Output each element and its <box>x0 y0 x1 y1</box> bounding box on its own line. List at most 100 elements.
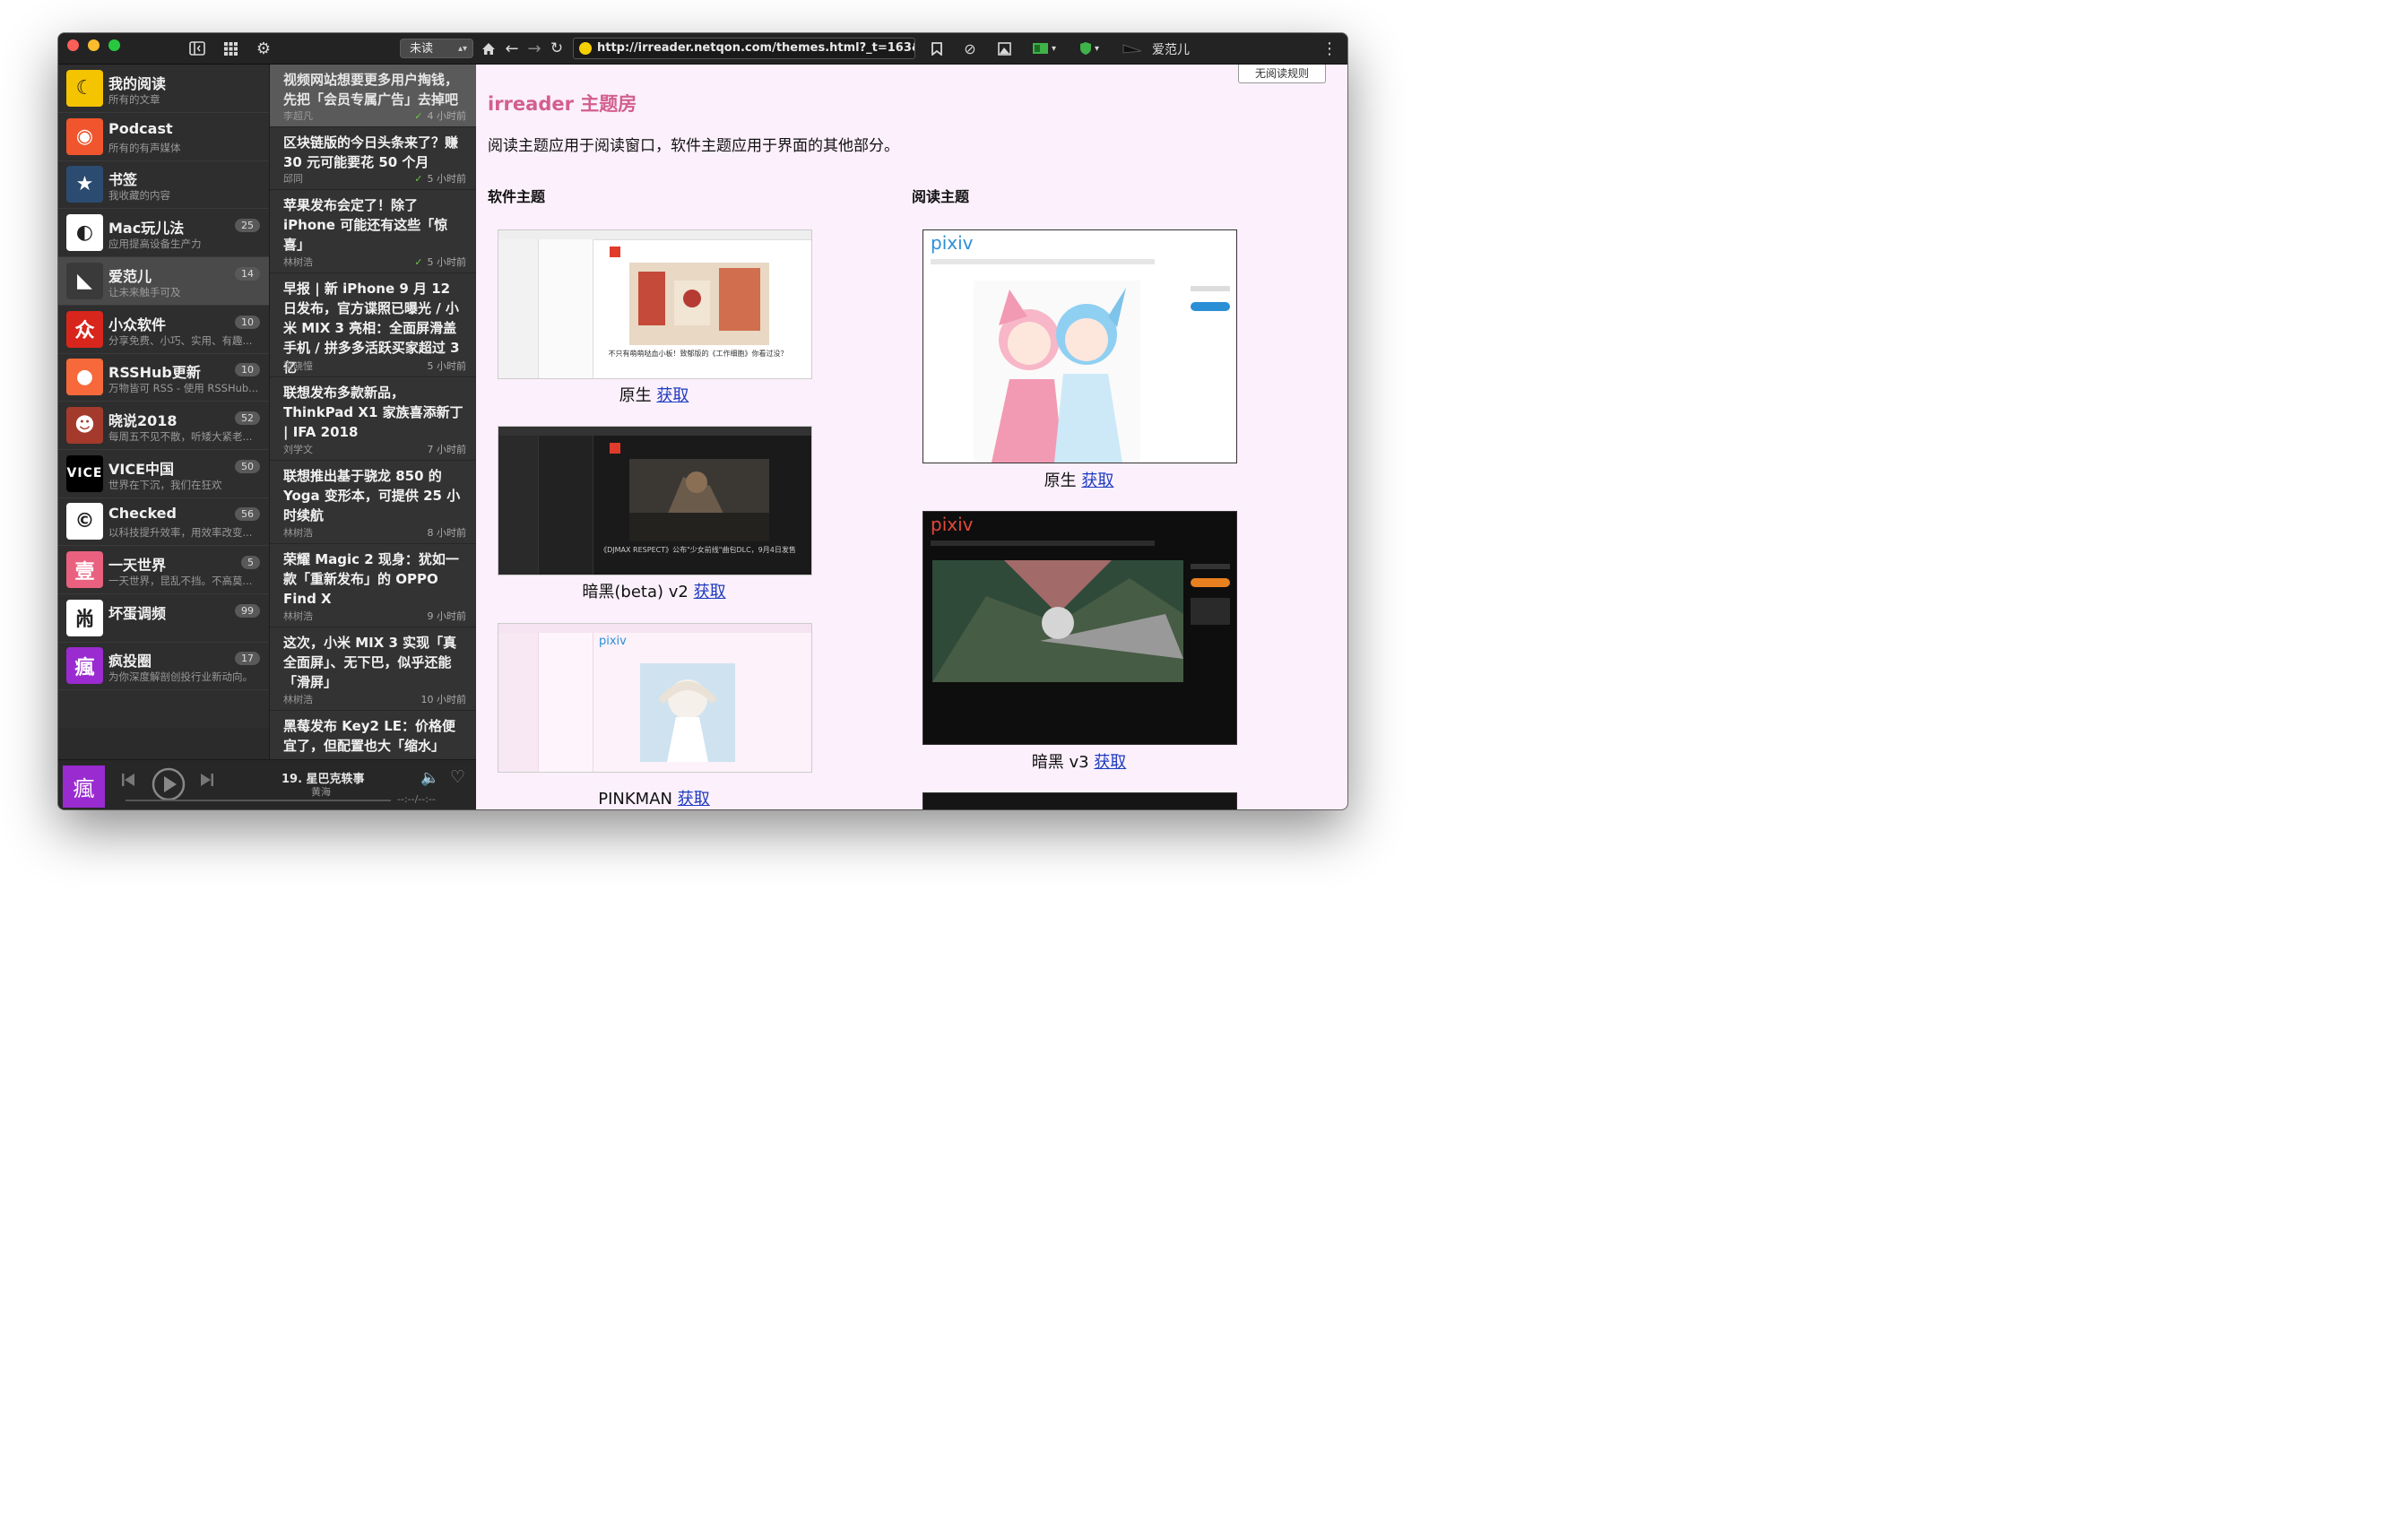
sidebar-feed-title: RSSHub更新 <box>108 364 201 382</box>
zoom-window-button[interactable] <box>108 39 120 51</box>
article-list-item[interactable]: 黑莓发布 Key2 LE：价格便宜了，但配置也大「缩水」林树浩11 小时前 <box>270 711 477 759</box>
article-time-text: 8 小时前 <box>427 527 467 539</box>
next-track-icon[interactable] <box>200 772 214 791</box>
article-time: ✓ 5 小时前 <box>414 171 466 186</box>
sidebar-feed-item[interactable]: ◣ 爱范儿 让未来触手可及 14 <box>58 256 269 306</box>
shield-icon[interactable]: ▾ <box>1074 39 1104 58</box>
page-intro: 阅读主题应用于阅读窗口，软件主题应用于界面的其他部分。 <box>488 137 899 155</box>
article-list-item[interactable]: 荣耀 Magic 2 现身：犹如一款「重新发布」的 OPPO Find X 林树浩… <box>270 544 477 627</box>
track-artist: 黄海 <box>311 786 331 798</box>
gear-icon[interactable]: ⚙ <box>255 39 273 58</box>
progress-track[interactable] <box>126 800 391 801</box>
reading-pane: 无阅读规则 irreader 主题房 阅读主题应用于阅读窗口，软件主题应用于界面… <box>476 65 1347 809</box>
article-time: ✓ 5 小时前 <box>414 255 466 269</box>
software-theme-pinkman-preview: pixiv <box>498 623 812 773</box>
user-name[interactable]: 爱范儿 <box>1152 40 1190 58</box>
sidebar-feed-item[interactable]: 壹一天世界 一天世界，昆乱不挡。不高莫... 5 <box>58 546 269 594</box>
reading-theme-dark-v3-preview: pixiv <box>922 511 1237 745</box>
unread-count-badge: 25 <box>235 219 260 233</box>
software-theme-native-name: 原生 <box>619 386 652 405</box>
article-time-text: 7 小时前 <box>427 444 467 455</box>
reading-mode-icon[interactable]: ▾ <box>1029 39 1060 58</box>
select-arrows-icon: ▴▾ <box>457 44 467 54</box>
image-icon[interactable] <box>995 39 1013 58</box>
read-check-icon: ✓ <box>414 256 423 268</box>
sidebar-feed-subtitle: 为你深度解剖创投行业新动向。 <box>108 670 253 684</box>
sidebar-feed-subtitle: 以科技提升效率，用效率改变... <box>108 526 253 540</box>
appinn-icon: 众 <box>66 310 103 348</box>
sidebar-feed-item[interactable]: ☻ 晓说2018 每周五不见不散，听矮大紧老... 52 <box>58 402 269 450</box>
article-list-item[interactable]: 苹果发布会定了！除了 iPhone 可能还有这些「惊喜」 林树浩 ✓ 5 小时前 <box>270 190 477 273</box>
sidebar-feed-subtitle: 所有的有声媒体 <box>108 141 181 154</box>
article-list-item[interactable]: 联想发布多款新品，ThinkPad X1 家族喜添新丁 | IFA 2018 刘学… <box>270 377 477 461</box>
sidebar-feed-subtitle: 我收藏的内容 <box>108 189 170 203</box>
pinkman-preview-brand: pixiv <box>599 635 627 648</box>
read-check-icon: ✓ <box>414 173 423 185</box>
filter-select[interactable]: 未读 ▴▾ <box>400 39 473 58</box>
mac-icon: ◐ <box>66 214 103 252</box>
reading-theme-native-get-link[interactable]: 获取 <box>1081 471 1113 490</box>
article-time-text: 10 小时前 <box>420 694 467 705</box>
reading-theme-dark-v3-name: 暗黑 v3 <box>1031 753 1089 772</box>
compass-icon[interactable]: ⊘ <box>961 39 979 58</box>
article-title: 视频网站想要更多用户掏钱，先把「会员专属广告」去掉吧 <box>283 72 459 108</box>
user-avatar-icon[interactable] <box>1121 39 1144 58</box>
article-list-item[interactable]: 这次，小米 MIX 3 实现「真全面屏」、无下巴，似乎还能「滑屏」 林树浩 10 小… <box>270 627 477 711</box>
more-menu-icon[interactable]: ⋮ <box>1321 39 1338 58</box>
article-title: 苹果发布会定了！除了 iPhone 可能还有这些「惊喜」 <box>283 197 448 253</box>
page-title: irreader 主题房 <box>488 93 637 115</box>
sidebar-feed-subtitle: 世界在下沉，我们在狂欢 <box>108 478 222 491</box>
article-list-item[interactable]: 视频网站想要更多用户掏钱，先把「会员专属广告」去掉吧 李超凡 ✓ 4 小时前 <box>270 65 477 127</box>
reading-rule-button[interactable]: 无阅读规则 <box>1238 65 1326 83</box>
article-author: 刘学文 <box>283 444 313 455</box>
filter-select-value: 未读 <box>410 42 434 56</box>
site-favicon-icon <box>579 42 592 55</box>
sidebar-feed-title: Checked <box>108 505 177 523</box>
url-bar[interactable]: http://irreader.netqon.com/themes.html?_… <box>573 38 915 59</box>
huaidan-icon: 㡀 <box>66 599 103 636</box>
software-theme-native-get-link[interactable]: 获取 <box>656 386 689 405</box>
home-icon[interactable] <box>480 39 498 58</box>
sidebar-feed-item[interactable]: 瘋疯投圈 为你深度解剖创投行业新动向。 17 <box>58 642 269 691</box>
sidebar-feed-item[interactable]: ● RSSHub更新 万物皆可 RSS - 使用 RSSHub... 10 <box>58 353 269 402</box>
sidebar-feed-item[interactable]: ◉ Podcast 所有的有声媒体 <box>58 113 269 161</box>
grid-icon[interactable] <box>221 39 239 58</box>
back-arrow-icon[interactable]: ← <box>503 39 521 58</box>
bookmark-icon[interactable] <box>928 39 946 58</box>
sidebar-feed-item[interactable]: ☾ 我的阅读 所有的文章 <box>58 65 269 113</box>
reading-theme-dark-v3-get-link[interactable]: 获取 <box>1094 753 1126 772</box>
dark-v2-preview-caption: 《DJMAX RESPECT》公布"少女前线"曲包DLC，9月4日发售 <box>600 546 796 554</box>
close-window-button[interactable] <box>67 39 79 51</box>
unread-count-badge: 10 <box>235 315 260 329</box>
sidebar-feed-item[interactable]: ★ 书签 我收藏的内容 <box>58 160 269 210</box>
reading-theme-next-preview <box>922 792 1237 809</box>
playback-time: --:--/--:-- <box>397 793 436 805</box>
podcast-icon: ◉ <box>66 117 103 155</box>
sidebar-feed-item[interactable]: 众小众软件 分享免费、小巧、实用、有趣... 10 <box>58 306 269 354</box>
sidebar-feed-item[interactable]: VICE VICE中国 世界在下沉，我们在狂欢 50 <box>58 450 269 498</box>
sidebar-feed-title: 晓说2018 <box>108 411 178 429</box>
sidebar-feed-item[interactable]: ◐ Mac玩儿法 应用提高设备生产力 25 <box>58 209 269 258</box>
sidebar-feed-item[interactable]: 㡀坏蛋调频 99 <box>58 594 269 643</box>
article-author: 林树浩 <box>283 527 313 539</box>
article-list-item[interactable]: 联想推出基于骁龙 850 的 Yoga 变形本，可提供 25 小时续航 林树浩 8 … <box>270 461 477 544</box>
previous-track-icon[interactable] <box>121 772 135 791</box>
article-title: 区块链版的今日头条来了？赚 30 元可能要花 50 个月 <box>283 134 459 170</box>
software-theme-dark-v2-get-link[interactable]: 获取 <box>694 583 726 601</box>
sidebar-feed-subtitle: 应用提高设备生产力 <box>108 238 202 251</box>
heart-icon[interactable]: ♡ <box>450 767 465 787</box>
sidebar-feed-item[interactable]: © Checked 以科技提升效率，用效率改变... 56 <box>58 497 269 547</box>
sidebar-feed-subtitle: 分享免费、小巧、实用、有趣... <box>108 333 253 347</box>
software-themes-heading: 软件主题 <box>488 188 546 205</box>
sidebar-toggle-icon[interactable] <box>188 39 206 58</box>
minimize-window-button[interactable] <box>88 39 100 51</box>
article-list-item[interactable]: 早报 | 新 iPhone 9 月 12 日发布，官方谍照已曝光 / 小米 MI… <box>270 273 477 377</box>
player-cover-icon[interactable]: 瘋 <box>63 766 105 808</box>
article-time: 7 小时前 <box>428 442 467 456</box>
software-theme-pinkman-get-link[interactable]: 获取 <box>678 790 710 809</box>
reload-icon[interactable]: ↻ <box>548 39 566 58</box>
reading-theme-native-name: 原生 <box>1044 471 1077 490</box>
volume-icon[interactable]: 🔈 <box>420 769 439 787</box>
article-list-item[interactable]: 区块链版的今日头条来了？赚 30 元可能要花 50 个月 邱同 ✓ 5 小时前 <box>270 127 477 190</box>
forward-arrow-icon[interactable]: → <box>525 39 543 58</box>
